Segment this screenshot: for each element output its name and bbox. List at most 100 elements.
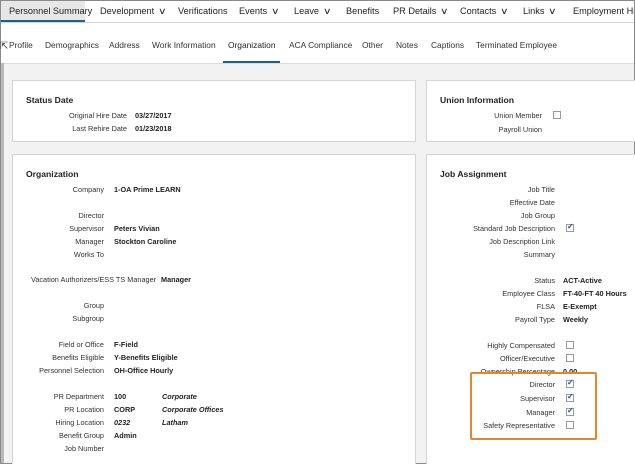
top-nav-benefits[interactable]: Benefits (346, 1, 379, 22)
employee-class-label: Employee Class (502, 289, 555, 298)
tab-address[interactable]: Address (109, 40, 140, 50)
director-label: Director (78, 211, 104, 220)
vacation-authorizers-label: Vacation Authorizers/ESS TS Manager (31, 275, 157, 284)
payroll-type-value: Weekly (563, 315, 589, 324)
job-desc-link-label: Job Description Link (489, 237, 555, 246)
vacation-authorizers-value: Manager (161, 275, 192, 284)
top-nav-verifications[interactable]: Verifications (178, 1, 228, 22)
company-label: Company (72, 185, 104, 194)
chevron-down-icon: ∨ (500, 6, 509, 16)
employee-class-value: FT-40-FT 40 Hours (563, 289, 627, 298)
top-nav-events[interactable]: Events ∨ (239, 1, 280, 22)
highly-compensated-checkbox[interactable] (566, 341, 574, 349)
manager-value: Stockton Caroline (114, 237, 177, 246)
job-assignment-title: Job Assignment (440, 169, 507, 179)
works-to-label: Works To (73, 250, 104, 259)
top-nav-personnel-summary[interactable]: Personnel Summary (1, 1, 92, 22)
supervisor-label: Supervisor (69, 224, 104, 233)
sub-nav-bar: Profile Demographics Address Work Inform… (1, 23, 634, 63)
pr-location-desc: Corporate Offices (162, 405, 224, 414)
top-nav-label: Personnel Summary (9, 6, 93, 16)
chevron-down-icon: ∨ (548, 6, 558, 16)
original-hire-label: Original Hire Date (69, 111, 127, 120)
officer-executive-checkbox[interactable] (566, 354, 574, 362)
personnel-selection-label: Personnel Selection (39, 366, 104, 375)
pr-location-code: CORP (114, 405, 136, 414)
top-nav-employment-history[interactable]: Employment Hist (573, 1, 634, 22)
top-nav-contacts[interactable]: Contacts ∨ (460, 1, 509, 22)
union-member-label: Union Member (494, 111, 542, 120)
original-hire-value: 03/27/2017 (135, 111, 172, 120)
organization-panel: Organization Company 1-OA Prime LEARN Di… (12, 154, 416, 464)
organization-title: Organization (26, 169, 79, 179)
top-nav-pr-details[interactable]: PR Details ∨ (393, 1, 449, 22)
tab-work-information[interactable]: Work Information (152, 40, 216, 50)
tab-demographics[interactable]: Demographics (45, 40, 99, 50)
top-nav-label: Events (239, 6, 268, 16)
top-nav-bar: Personnel Summary Development ∨ Verificat… (1, 1, 634, 23)
top-nav-label: Links (523, 6, 545, 16)
status-value: ACT-Active (563, 276, 602, 285)
top-nav-label: Benefits (346, 6, 380, 16)
tab-aca-compliance[interactable]: ACA Compliance (289, 40, 352, 50)
status-date-title: Status Date (26, 95, 74, 105)
pr-department-label: PR Department (53, 392, 104, 401)
top-nav-label: PR Details (393, 6, 437, 16)
pr-department-code: 100 (114, 392, 127, 401)
company-value: 1-OA Prime LEARN (114, 185, 181, 194)
left-scroll-edge (1, 63, 4, 463)
status-date-panel: Status Date Original Hire Date 03/27/201… (12, 80, 416, 142)
top-nav-leave[interactable]: Leave ∨ (294, 1, 332, 22)
officer-executive-label: Officer/Executive (499, 354, 555, 363)
top-nav-label: Verifications (178, 6, 228, 16)
benefits-eligible-label: Benefits Eligible (52, 353, 104, 362)
manager-label: Manager (75, 237, 104, 246)
chevron-down-icon: ∨ (271, 6, 280, 16)
payroll-union-label: Payroll Union (498, 125, 542, 134)
rehire-value: 01/23/2018 (135, 124, 172, 133)
benefit-group-label: Benefit Group (58, 431, 104, 440)
field-office-label: Field or Office (58, 340, 104, 349)
tab-notes[interactable]: Notes (396, 40, 418, 50)
job-number-label: Job Number (64, 444, 104, 453)
top-nav-links[interactable]: Links ∨ (523, 1, 558, 22)
hiring-location-desc: Latham (162, 418, 188, 427)
union-member-checkbox[interactable] (553, 111, 561, 119)
benefits-eligible-value: Y-Benefits Eligible (114, 353, 178, 362)
benefit-group-value: Admin (114, 431, 137, 440)
tab-captions[interactable]: Captions (431, 40, 464, 50)
top-nav-label: Development (100, 6, 155, 16)
hiring-location-code: 0232 (114, 418, 131, 427)
mouse-cursor-icon: ⇱ (0, 41, 9, 52)
union-info-panel: Union Information Union Member Payroll U… (426, 80, 635, 142)
personnel-selection-value: OH-Office Hourly (114, 366, 174, 375)
flsa-value: E-Exempt (563, 302, 597, 311)
std-job-desc-label: Standard Job Description (473, 224, 555, 233)
callout-highlight-box (470, 372, 597, 440)
payroll-type-label: Payroll Type (514, 315, 555, 324)
group-label: Group (83, 301, 104, 310)
highly-compensated-label: Highly Compensated (487, 341, 555, 350)
pr-department-desc: Corporate (162, 392, 197, 401)
std-job-desc-checkbox[interactable] (566, 222, 574, 232)
tab-terminated-employee[interactable]: Terminated Employee (476, 40, 557, 50)
effective-date-label: Effective Date (509, 198, 555, 207)
tab-organization[interactable]: Organization (228, 40, 276, 50)
status-label: Status (534, 276, 555, 285)
chevron-down-icon: ∨ (440, 6, 449, 16)
top-nav-label: Contacts (460, 6, 497, 16)
tab-other[interactable]: Other (362, 40, 383, 50)
top-nav-label: Leave (294, 6, 320, 16)
chevron-down-icon: ∨ (158, 6, 167, 16)
rehire-label: Last Rehire Date (72, 124, 127, 133)
chevron-down-icon: ∨ (323, 6, 332, 16)
tab-profile[interactable]: Profile (9, 40, 33, 50)
job-title-label: Job Title (527, 185, 555, 194)
top-nav-development[interactable]: Development ∨ (100, 1, 167, 22)
supervisor-value: Peters Vivian (114, 224, 160, 233)
top-nav-label: Employment Hist (573, 6, 634, 16)
flsa-label: FLSA (536, 302, 555, 311)
job-group-label: Job Group (520, 211, 555, 220)
subgroup-label: Subgroup (72, 314, 104, 323)
hiring-location-label: Hiring Location (55, 418, 104, 427)
